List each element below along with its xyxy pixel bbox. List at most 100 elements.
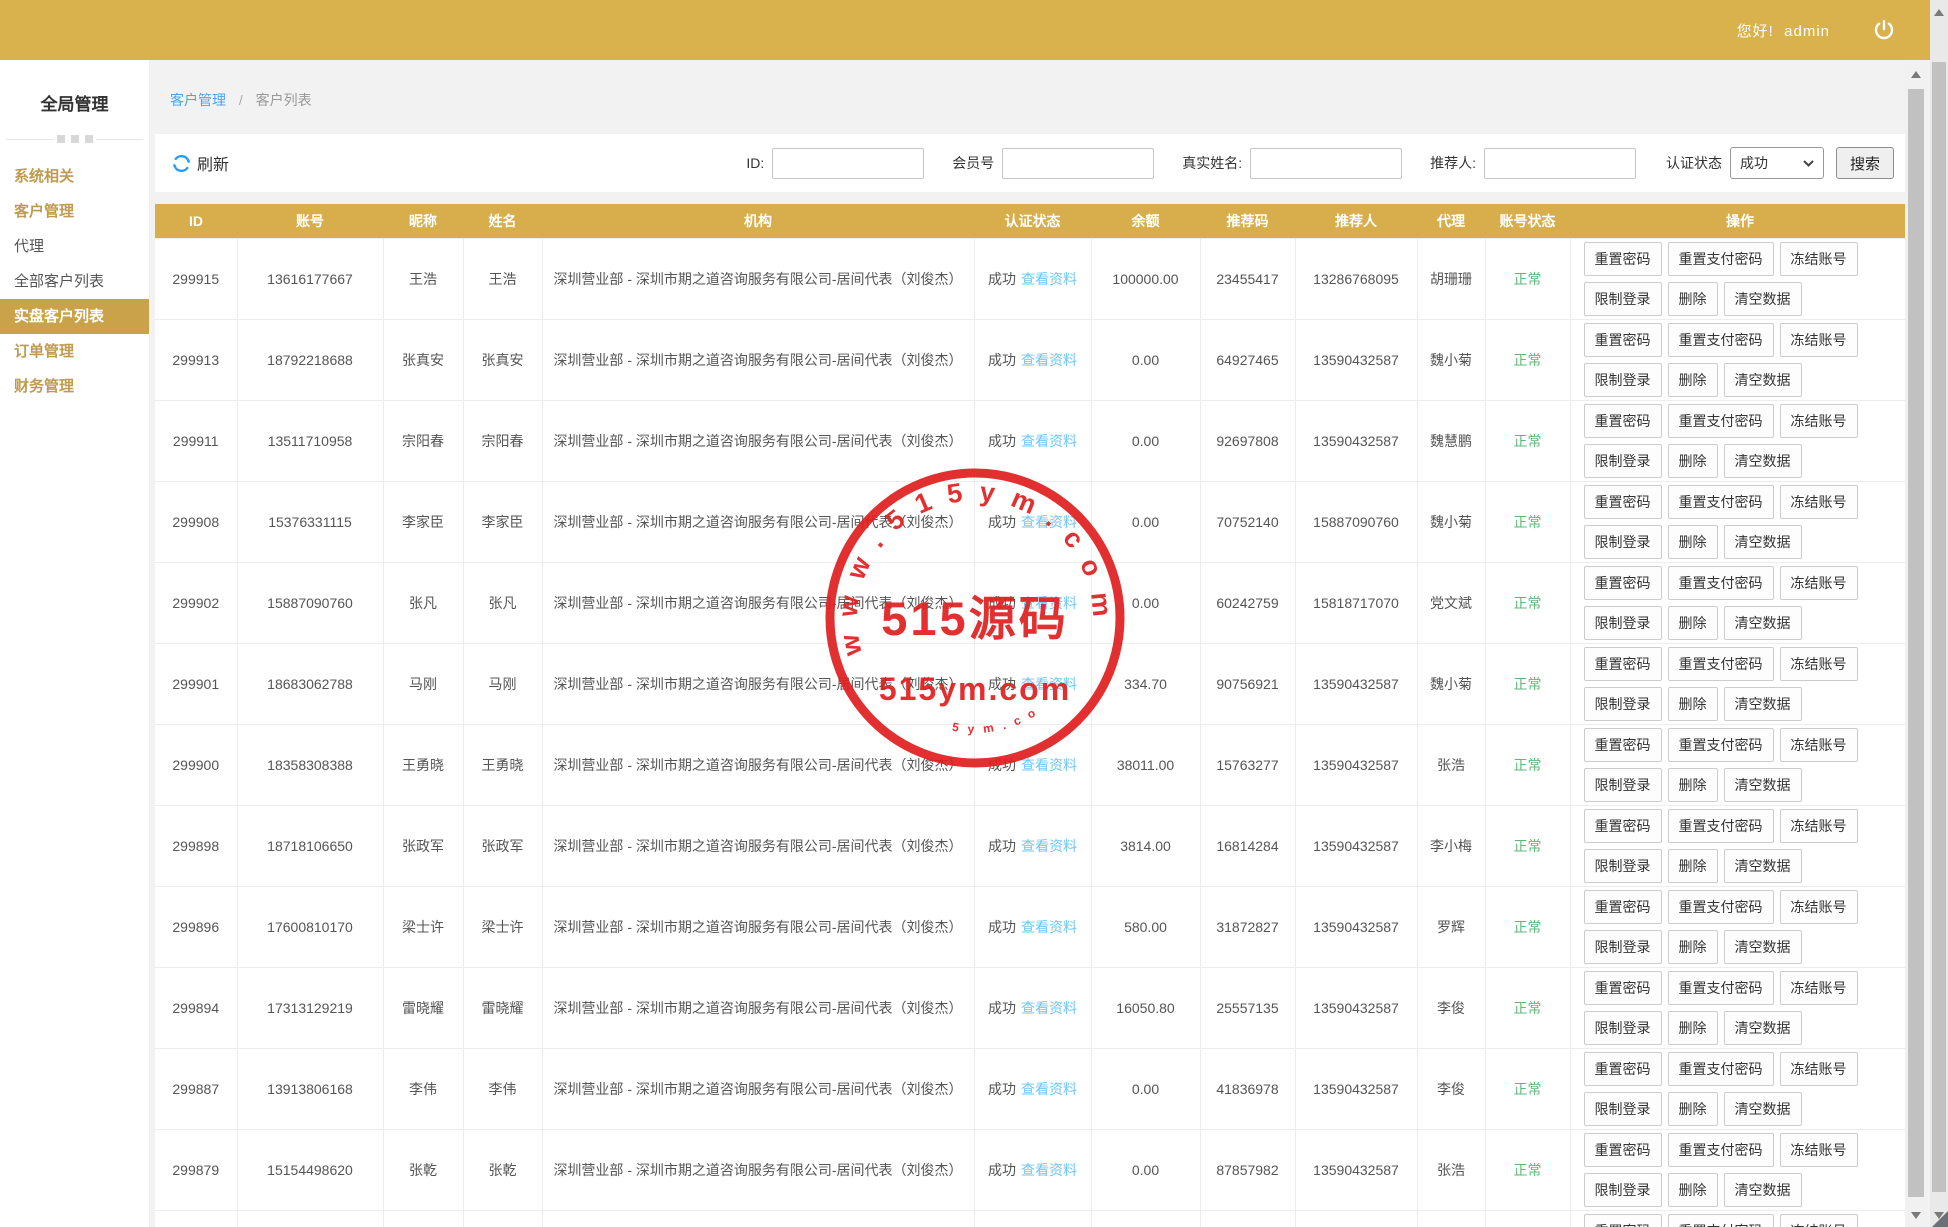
action-button-清空数据[interactable]: 清空数据 xyxy=(1723,767,1802,802)
action-button-删除[interactable]: 删除 xyxy=(1667,1010,1718,1045)
action-button-清空数据[interactable]: 清空数据 xyxy=(1723,281,1802,316)
action-button-清空数据[interactable]: 清空数据 xyxy=(1723,1091,1802,1126)
action-button-删除[interactable]: 删除 xyxy=(1667,524,1718,559)
action-button-清空数据[interactable]: 清空数据 xyxy=(1723,443,1802,478)
action-button-重置密码[interactable]: 重置密码 xyxy=(1583,565,1662,600)
action-button-清空数据[interactable]: 清空数据 xyxy=(1723,362,1802,397)
action-button-清空数据[interactable]: 清空数据 xyxy=(1723,605,1802,640)
action-button-重置密码[interactable]: 重置密码 xyxy=(1583,808,1662,843)
action-button-限制登录[interactable]: 限制登录 xyxy=(1583,1010,1662,1045)
view-profile-link[interactable]: 查看资料 xyxy=(1021,919,1077,935)
view-profile-link[interactable]: 查看资料 xyxy=(1021,1162,1077,1178)
action-button-重置密码[interactable]: 重置密码 xyxy=(1583,727,1662,762)
scroll-up-arrow[interactable] xyxy=(1905,62,1927,86)
action-button-冻结账号[interactable]: 冻结账号 xyxy=(1779,1132,1858,1167)
content-scrollbar-thumb[interactable] xyxy=(1908,89,1924,1197)
view-profile-link[interactable]: 查看资料 xyxy=(1021,757,1077,773)
page-scroll-up-arrow[interactable] xyxy=(1930,0,1948,24)
action-button-限制登录[interactable]: 限制登录 xyxy=(1583,281,1662,316)
action-button-冻结账号[interactable]: 冻结账号 xyxy=(1779,646,1858,681)
action-button-清空数据[interactable]: 清空数据 xyxy=(1723,1010,1802,1045)
action-button-删除[interactable]: 删除 xyxy=(1667,929,1718,964)
sidebar-item-客户管理[interactable]: 客户管理 xyxy=(0,194,149,229)
action-button-限制登录[interactable]: 限制登录 xyxy=(1583,686,1662,721)
page-scrollbar-thumb[interactable] xyxy=(1932,62,1946,1192)
action-button-限制登录[interactable]: 限制登录 xyxy=(1583,362,1662,397)
action-button-冻结账号[interactable]: 冻结账号 xyxy=(1779,889,1858,924)
view-profile-link[interactable]: 查看资料 xyxy=(1021,433,1077,449)
action-button-限制登录[interactable]: 限制登录 xyxy=(1583,524,1662,559)
action-button-重置支付密码[interactable]: 重置支付密码 xyxy=(1667,808,1774,843)
action-button-删除[interactable]: 删除 xyxy=(1667,443,1718,478)
action-button-冻结账号[interactable]: 冻结账号 xyxy=(1779,241,1858,276)
filter-input-1[interactable] xyxy=(1002,147,1155,179)
action-button-冻结账号[interactable]: 冻结账号 xyxy=(1779,970,1858,1005)
action-button-重置支付密码[interactable]: 重置支付密码 xyxy=(1667,241,1774,276)
filter-input-2[interactable] xyxy=(1250,147,1403,179)
page-scrollbar[interactable] xyxy=(1930,0,1948,1227)
action-button-重置支付密码[interactable]: 重置支付密码 xyxy=(1667,1132,1774,1167)
action-button-重置密码[interactable]: 重置密码 xyxy=(1583,646,1662,681)
action-button-限制登录[interactable]: 限制登录 xyxy=(1583,929,1662,964)
action-button-冻结账号[interactable]: 冻结账号 xyxy=(1779,484,1858,519)
action-button-重置支付密码[interactable]: 重置支付密码 xyxy=(1667,484,1774,519)
action-button-重置支付密码[interactable]: 重置支付密码 xyxy=(1667,970,1774,1005)
action-button-清空数据[interactable]: 清空数据 xyxy=(1723,1172,1802,1207)
action-button-重置密码[interactable]: 重置密码 xyxy=(1583,1213,1662,1227)
action-button-限制登录[interactable]: 限制登录 xyxy=(1583,1172,1662,1207)
action-button-删除[interactable]: 删除 xyxy=(1667,686,1718,721)
action-button-清空数据[interactable]: 清空数据 xyxy=(1723,686,1802,721)
action-button-冻结账号[interactable]: 冻结账号 xyxy=(1779,727,1858,762)
action-button-重置支付密码[interactable]: 重置支付密码 xyxy=(1667,646,1774,681)
breadcrumb-link[interactable]: 客户管理 xyxy=(170,92,226,108)
action-button-删除[interactable]: 删除 xyxy=(1667,848,1718,883)
action-button-重置密码[interactable]: 重置密码 xyxy=(1583,889,1662,924)
action-button-重置支付密码[interactable]: 重置支付密码 xyxy=(1667,727,1774,762)
logout-power-icon[interactable] xyxy=(1872,17,1898,43)
action-button-清空数据[interactable]: 清空数据 xyxy=(1723,929,1802,964)
action-button-重置支付密码[interactable]: 重置支付密码 xyxy=(1667,403,1774,438)
action-button-冻结账号[interactable]: 冻结账号 xyxy=(1779,1051,1858,1086)
action-button-限制登录[interactable]: 限制登录 xyxy=(1583,848,1662,883)
view-profile-link[interactable]: 查看资料 xyxy=(1021,352,1077,368)
action-button-清空数据[interactable]: 清空数据 xyxy=(1723,524,1802,559)
action-button-限制登录[interactable]: 限制登录 xyxy=(1583,1091,1662,1126)
action-button-重置密码[interactable]: 重置密码 xyxy=(1583,970,1662,1005)
action-button-清空数据[interactable]: 清空数据 xyxy=(1723,848,1802,883)
sidebar-item-代理[interactable]: 代理 xyxy=(0,229,149,264)
action-button-重置密码[interactable]: 重置密码 xyxy=(1583,1132,1662,1167)
action-button-删除[interactable]: 删除 xyxy=(1667,281,1718,316)
action-button-重置支付密码[interactable]: 重置支付密码 xyxy=(1667,889,1774,924)
view-profile-link[interactable]: 查看资料 xyxy=(1021,838,1077,854)
view-profile-link[interactable]: 查看资料 xyxy=(1021,1000,1077,1016)
scroll-down-arrow[interactable] xyxy=(1905,1203,1927,1227)
search-button[interactable]: 搜索 xyxy=(1835,147,1894,179)
action-button-重置密码[interactable]: 重置密码 xyxy=(1583,322,1662,357)
view-profile-link[interactable]: 查看资料 xyxy=(1021,514,1077,530)
action-button-重置密码[interactable]: 重置密码 xyxy=(1583,484,1662,519)
sidebar-item-实盘客户列表[interactable]: 实盘客户列表 xyxy=(0,299,149,334)
refresh-button[interactable]: 刷新 xyxy=(171,151,229,175)
action-button-删除[interactable]: 删除 xyxy=(1667,767,1718,802)
action-button-删除[interactable]: 删除 xyxy=(1667,362,1718,397)
content-scrollbar[interactable] xyxy=(1905,62,1927,1227)
action-button-重置密码[interactable]: 重置密码 xyxy=(1583,1051,1662,1086)
sidebar-item-订单管理[interactable]: 订单管理 xyxy=(0,334,149,369)
action-button-冻结账号[interactable]: 冻结账号 xyxy=(1779,565,1858,600)
action-button-冻结账号[interactable]: 冻结账号 xyxy=(1779,403,1858,438)
filter-input-3[interactable] xyxy=(1483,147,1636,179)
action-button-重置支付密码[interactable]: 重置支付密码 xyxy=(1667,1051,1774,1086)
view-profile-link[interactable]: 查看资料 xyxy=(1021,676,1077,692)
sidebar-item-财务管理[interactable]: 财务管理 xyxy=(0,369,149,404)
action-button-删除[interactable]: 删除 xyxy=(1667,1091,1718,1126)
action-button-删除[interactable]: 删除 xyxy=(1667,605,1718,640)
action-button-限制登录[interactable]: 限制登录 xyxy=(1583,605,1662,640)
action-button-重置支付密码[interactable]: 重置支付密码 xyxy=(1667,1213,1774,1227)
action-button-重置支付密码[interactable]: 重置支付密码 xyxy=(1667,565,1774,600)
action-button-冻结账号[interactable]: 冻结账号 xyxy=(1779,808,1858,843)
action-button-删除[interactable]: 删除 xyxy=(1667,1172,1718,1207)
action-button-冻结账号[interactable]: 冻结账号 xyxy=(1779,322,1858,357)
view-profile-link[interactable]: 查看资料 xyxy=(1021,271,1077,287)
action-button-重置密码[interactable]: 重置密码 xyxy=(1583,241,1662,276)
action-button-限制登录[interactable]: 限制登录 xyxy=(1583,767,1662,802)
